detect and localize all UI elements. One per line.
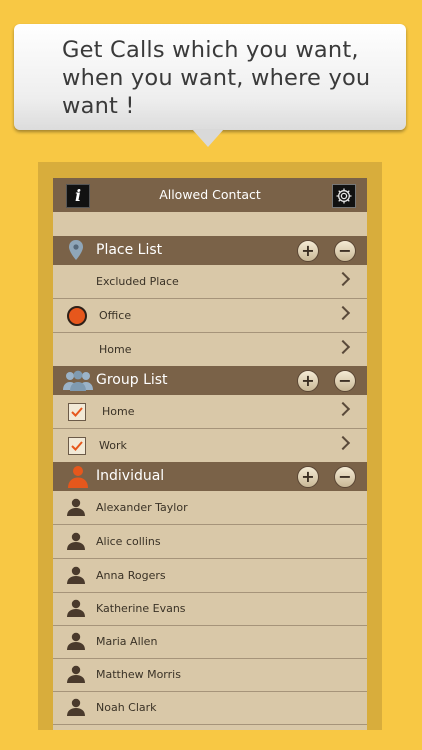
add-group-button[interactable]: + [297, 370, 319, 392]
gear-icon [336, 188, 352, 204]
person-icon [67, 532, 85, 550]
chevron-right-icon [335, 339, 351, 355]
place-row-excluded[interactable]: Excluded Place [53, 265, 367, 299]
app-screen: Allowed Contact i Place List + − Exclude… [53, 178, 367, 730]
person-icon [67, 632, 85, 650]
promo-line-1: Get Calls which you want, [62, 37, 359, 63]
person-icon [68, 466, 88, 488]
chevron-right-icon [335, 435, 351, 451]
settings-button[interactable] [332, 184, 356, 208]
checkbox[interactable] [68, 403, 86, 421]
place-list-header: Place List + − [53, 236, 367, 265]
list-item-label: Home [102, 405, 135, 418]
place-row-home[interactable]: Home [53, 333, 367, 367]
checkbox[interactable] [68, 437, 86, 455]
list-item-label: Noah Clark [96, 701, 157, 714]
checkmark-icon [71, 441, 83, 451]
remove-group-button[interactable]: − [334, 370, 356, 392]
person-icon [67, 498, 85, 516]
group-icon [63, 370, 93, 391]
list-item-label: Office [99, 309, 132, 322]
list-item-label: Anna Rogers [96, 569, 166, 582]
contact-row[interactable]: Noah Clark [53, 691, 367, 725]
checkmark-icon [71, 407, 83, 417]
list-item-label: Maria Allen [96, 635, 158, 648]
contact-row[interactable]: Anna Rogers [53, 559, 367, 593]
person-icon [67, 698, 85, 716]
promo-line-2: when you want, where you [62, 65, 371, 91]
list-item-label: Home [99, 343, 132, 356]
contact-row[interactable]: Alexander Taylor [53, 491, 367, 525]
individual-header: Individual + − [53, 462, 367, 491]
person-icon [67, 566, 85, 584]
add-individual-button[interactable]: + [297, 466, 319, 488]
individual-title: Individual [96, 468, 165, 484]
group-list-header: Group List + − [53, 366, 367, 395]
promo-line-3: want ! [62, 93, 135, 119]
chevron-right-icon [335, 401, 351, 417]
person-icon [67, 599, 85, 617]
list-item-label: Alexander Taylor [96, 501, 188, 514]
chevron-right-icon [335, 271, 351, 287]
remove-place-button[interactable]: − [334, 240, 356, 262]
contact-row[interactable]: Katherine Evans [53, 592, 367, 626]
list-item-label: Work [99, 439, 127, 452]
promo-text: Get Calls which you want, when you want,… [62, 36, 402, 120]
list-item-label: Katherine Evans [96, 602, 186, 615]
map-pin-icon [69, 240, 83, 260]
place-row-office[interactable]: Office [53, 299, 367, 333]
info-button[interactable]: i [66, 184, 90, 208]
contact-row[interactable]: Maria Allen [53, 625, 367, 659]
list-item-label: Excluded Place [96, 275, 179, 288]
top-bar: Allowed Contact i [53, 178, 367, 212]
add-place-button[interactable]: + [297, 240, 319, 262]
contact-row[interactable]: Matthew Morris [53, 658, 367, 692]
promo-bubble: Get Calls which you want, when you want,… [14, 24, 406, 130]
contact-row[interactable]: Alice collins [53, 525, 367, 559]
bubble-tail [192, 129, 224, 147]
list-item-label: Matthew Morris [96, 668, 181, 681]
group-row-home[interactable]: Home [53, 395, 367, 429]
person-icon [67, 665, 85, 683]
page-title: Allowed Contact [159, 187, 261, 202]
chevron-right-icon [335, 305, 351, 321]
selected-place-indicator [67, 306, 87, 326]
place-list-title: Place List [96, 242, 163, 258]
remove-individual-button[interactable]: − [334, 466, 356, 488]
list-item-label: Alice collins [96, 535, 161, 548]
group-list-title: Group List [96, 372, 168, 388]
group-row-work[interactable]: Work [53, 429, 367, 463]
